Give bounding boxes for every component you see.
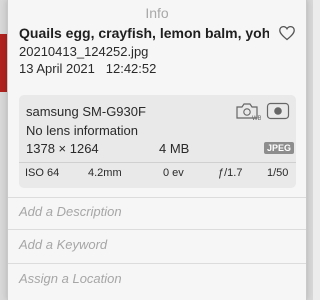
- capture-time: 12:42:52: [105, 61, 157, 76]
- file-size: 4 MB: [159, 141, 190, 156]
- format-badge: JPEG: [264, 142, 295, 154]
- divider: [8, 229, 306, 230]
- exif-focal-length: 4.2mm: [88, 167, 122, 179]
- camera-model: samsung SM-G930F: [26, 104, 146, 119]
- capture-date: 13 April 2021: [19, 61, 95, 76]
- description-field[interactable]: Add a Description: [19, 204, 294, 224]
- exif-row: ISO 64 4.2mm 0 ev ƒ/1.7 1/50: [19, 167, 296, 183]
- keyword-field[interactable]: Add a Keyword: [19, 237, 294, 257]
- location-field[interactable]: Assign a Location: [19, 271, 294, 291]
- photo-title[interactable]: Quails egg, crayfish, lemon balm, yohur.…: [19, 25, 269, 41]
- divider: [8, 197, 306, 198]
- card-divider: [19, 162, 296, 163]
- svg-text:WB: WB: [252, 116, 261, 121]
- capture-datetime: 13 April 2021 12:42:52: [19, 61, 156, 76]
- divider: [8, 263, 306, 264]
- exif-aperture: ƒ/1.7: [218, 167, 243, 179]
- exif-iso: ISO 64: [25, 167, 60, 179]
- camera-info-card: samsung SM-G930F WB No lens information …: [19, 95, 296, 188]
- heart-icon[interactable]: [278, 24, 296, 42]
- metering-icon: [265, 101, 291, 121]
- window-title: Info: [145, 5, 169, 21]
- filename: 20210413_124252.jpg: [19, 44, 149, 59]
- exif-shutter-speed: 1/50: [267, 167, 289, 179]
- exif-exposure-bias: 0 ev: [163, 167, 184, 179]
- white-balance-icon: WB: [235, 101, 262, 122]
- image-dimensions: 1378 × 1264: [26, 141, 99, 156]
- info-panel: Info Quails egg, crayfish, lemon balm, y…: [7, 0, 307, 300]
- lens-info: No lens information: [26, 123, 138, 138]
